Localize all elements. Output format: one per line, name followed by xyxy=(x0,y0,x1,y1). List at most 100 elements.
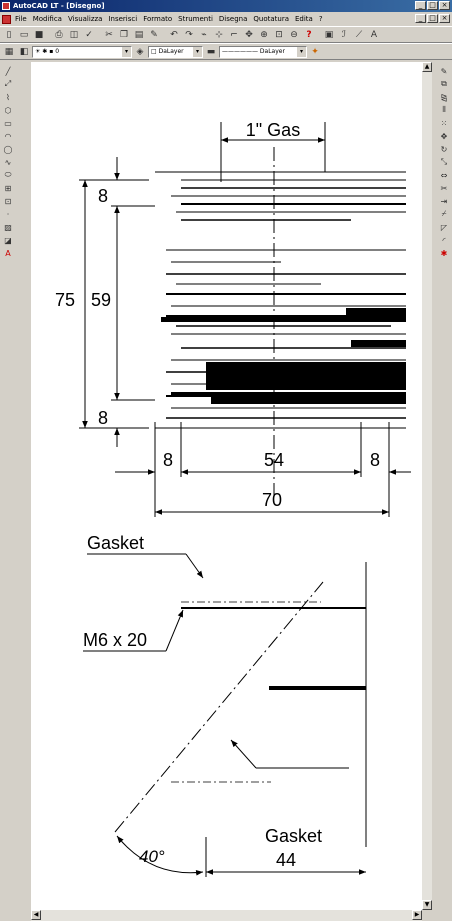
fillet-icon[interactable]: ◜ xyxy=(438,234,451,246)
autocad-app-icon[interactable] xyxy=(2,2,10,10)
redo-icon[interactable]: ↷ xyxy=(182,28,196,42)
copy-object-icon[interactable]: ⧉ xyxy=(438,78,451,90)
menu-help[interactable]: ? xyxy=(319,15,323,23)
dim-style-icon[interactable]: ⟋ xyxy=(352,28,366,42)
xline-icon[interactable]: ⤢ xyxy=(2,78,15,90)
erase-icon[interactable]: ✎ xyxy=(438,65,451,77)
cut-icon[interactable]: ✂ xyxy=(102,28,116,42)
layer-manager-icon[interactable]: ▦ xyxy=(2,45,16,59)
text-style-icon[interactable]: ℐ xyxy=(337,28,351,42)
new-file-icon[interactable]: ▯ xyxy=(2,28,16,42)
polyline-icon[interactable]: ⌇ xyxy=(2,91,15,103)
cad-drawing: 1" Gas 75 59 8 8 8 54 8 70 Gasket M6 x 2… xyxy=(55,120,411,877)
menu-strumenti[interactable]: Strumenti xyxy=(178,15,213,23)
save-icon[interactable]: ■ xyxy=(32,28,46,42)
print-preview-icon[interactable]: ◫ xyxy=(67,28,81,42)
document-icon[interactable] xyxy=(2,14,11,24)
scroll-up-icon[interactable]: ▲ xyxy=(422,62,432,72)
layer-dropdown[interactable]: ☀ ✱ ▪ 0 ▾ xyxy=(32,45,132,58)
doc-restore-button[interactable]: □ xyxy=(427,14,438,23)
help-icon[interactable]: ? xyxy=(302,28,316,42)
line-icon[interactable]: ╱ xyxy=(2,65,15,77)
linetype-icon[interactable]: ▬ xyxy=(204,45,218,59)
dim-right-width: 8 xyxy=(370,450,380,470)
section-fill-bars xyxy=(161,308,406,404)
linetype-dropdown[interactable]: —————— DaLayer ▾ xyxy=(219,45,307,58)
vertical-scrollbar[interactable]: ▲ ▼ xyxy=(422,62,432,910)
minimize-button[interactable]: _ xyxy=(415,1,426,10)
zoom-previous-icon[interactable]: ⊖ xyxy=(287,28,301,42)
copy-icon[interactable]: ❐ xyxy=(117,28,131,42)
drawing-canvas[interactable]: 1" Gas 75 59 8 8 8 54 8 70 Gasket M6 x 2… xyxy=(31,62,422,910)
hyperlink-icon[interactable]: ⌁ xyxy=(197,28,211,42)
point-icon[interactable]: · xyxy=(2,208,15,220)
doc-close-button[interactable]: × xyxy=(439,14,450,23)
rotate-icon[interactable]: ↻ xyxy=(438,143,451,155)
dim-inner-height: 59 xyxy=(91,290,111,310)
scroll-down-icon[interactable]: ▼ xyxy=(422,900,432,910)
paste-icon[interactable]: ▤ xyxy=(132,28,146,42)
trim-icon[interactable]: ✂ xyxy=(438,182,451,194)
spline-icon[interactable]: ∿ xyxy=(2,156,15,168)
circle-icon[interactable]: ◯ xyxy=(2,143,15,155)
color-control-icon[interactable]: ✦ xyxy=(308,45,322,59)
array-icon[interactable]: ⁙ xyxy=(438,117,451,129)
region-icon[interactable]: ◪ xyxy=(2,234,15,246)
doc-minimize-button[interactable]: _ xyxy=(415,14,426,23)
object-snap-icon[interactable]: ⊹ xyxy=(212,28,226,42)
chamfer-icon[interactable]: ◸ xyxy=(438,221,451,233)
offset-icon[interactable]: ⫴ xyxy=(438,104,451,116)
menu-visualizza[interactable]: Visualizza xyxy=(68,15,102,23)
gasket-middle-bar xyxy=(269,686,366,690)
ellipse-icon[interactable]: ⬭ xyxy=(2,169,15,181)
arc-icon[interactable]: ◠ xyxy=(2,130,15,142)
make-current-layer-icon[interactable]: ◈ xyxy=(133,45,147,59)
polygon-icon[interactable]: ⬡ xyxy=(2,104,15,116)
scale-icon[interactable]: ⤡ xyxy=(438,156,451,168)
gasket-top-leader xyxy=(185,553,204,579)
stretch-icon[interactable]: ⇔ xyxy=(438,169,451,181)
explode-icon[interactable]: ✱ xyxy=(438,247,451,259)
scroll-right-icon[interactable]: ▶ xyxy=(412,910,422,920)
menu-inserisci[interactable]: Inserisci xyxy=(108,15,137,23)
menu-formato[interactable]: Formato xyxy=(143,15,172,23)
mtext-icon[interactable]: A xyxy=(2,247,15,259)
properties-icon[interactable]: ▣ xyxy=(322,28,336,42)
spell-check-icon[interactable]: ✓ xyxy=(82,28,96,42)
print-icon[interactable]: ⎙ xyxy=(52,28,66,42)
window-title: AutoCAD LT - [Disegno] xyxy=(13,2,105,10)
hatch-icon[interactable]: ▨ xyxy=(2,221,15,233)
close-button[interactable]: × xyxy=(439,1,450,10)
make-block-icon[interactable]: ⊡ xyxy=(2,195,15,207)
move-icon[interactable]: ✥ xyxy=(438,130,451,142)
angle-label: 40° xyxy=(139,847,165,866)
insert-block-icon[interactable]: ⊞ xyxy=(2,182,15,194)
extend-icon[interactable]: ⇥ xyxy=(438,195,451,207)
title-bar: AutoCAD LT - [Disegno] _ □ × xyxy=(0,0,452,12)
rectangle-icon[interactable]: ▭ xyxy=(2,117,15,129)
break-icon[interactable]: ⌿ xyxy=(438,208,451,220)
menu-quotatura[interactable]: Quotatura xyxy=(253,15,289,23)
zoom-window-icon[interactable]: ⊡ xyxy=(272,28,286,42)
zoom-realtime-icon[interactable]: ⊕ xyxy=(257,28,271,42)
ucs-icon[interactable]: ⌐ xyxy=(227,28,241,42)
mirror-icon[interactable]: ⧎ xyxy=(438,91,451,103)
dim-total-height: 75 xyxy=(55,290,75,310)
pan-icon[interactable]: ✥ xyxy=(242,28,256,42)
dim-left-width: 8 xyxy=(163,450,173,470)
menu-edita[interactable]: Edita xyxy=(295,15,313,23)
menu-file[interactable]: File xyxy=(15,15,27,23)
menu-disegna[interactable]: Disegna xyxy=(219,15,247,23)
open-file-icon[interactable]: ▭ xyxy=(17,28,31,42)
undo-icon[interactable]: ↶ xyxy=(167,28,181,42)
dim-44-label: 44 xyxy=(276,850,296,870)
gasket-top-label: Gasket xyxy=(87,533,144,553)
color-dropdown[interactable]: □ DaLayer ▾ xyxy=(148,45,203,58)
match-properties-icon[interactable]: ✎ xyxy=(147,28,161,42)
design-center-icon[interactable]: A xyxy=(367,28,381,42)
menu-modifica[interactable]: Modifica xyxy=(33,15,62,23)
maximize-button[interactable]: □ xyxy=(427,1,438,10)
horizontal-scrollbar[interactable]: ◀ ▶ xyxy=(31,910,422,921)
scroll-left-icon[interactable]: ◀ xyxy=(31,910,41,920)
layer-previous-icon[interactable]: ◧ xyxy=(17,45,31,59)
